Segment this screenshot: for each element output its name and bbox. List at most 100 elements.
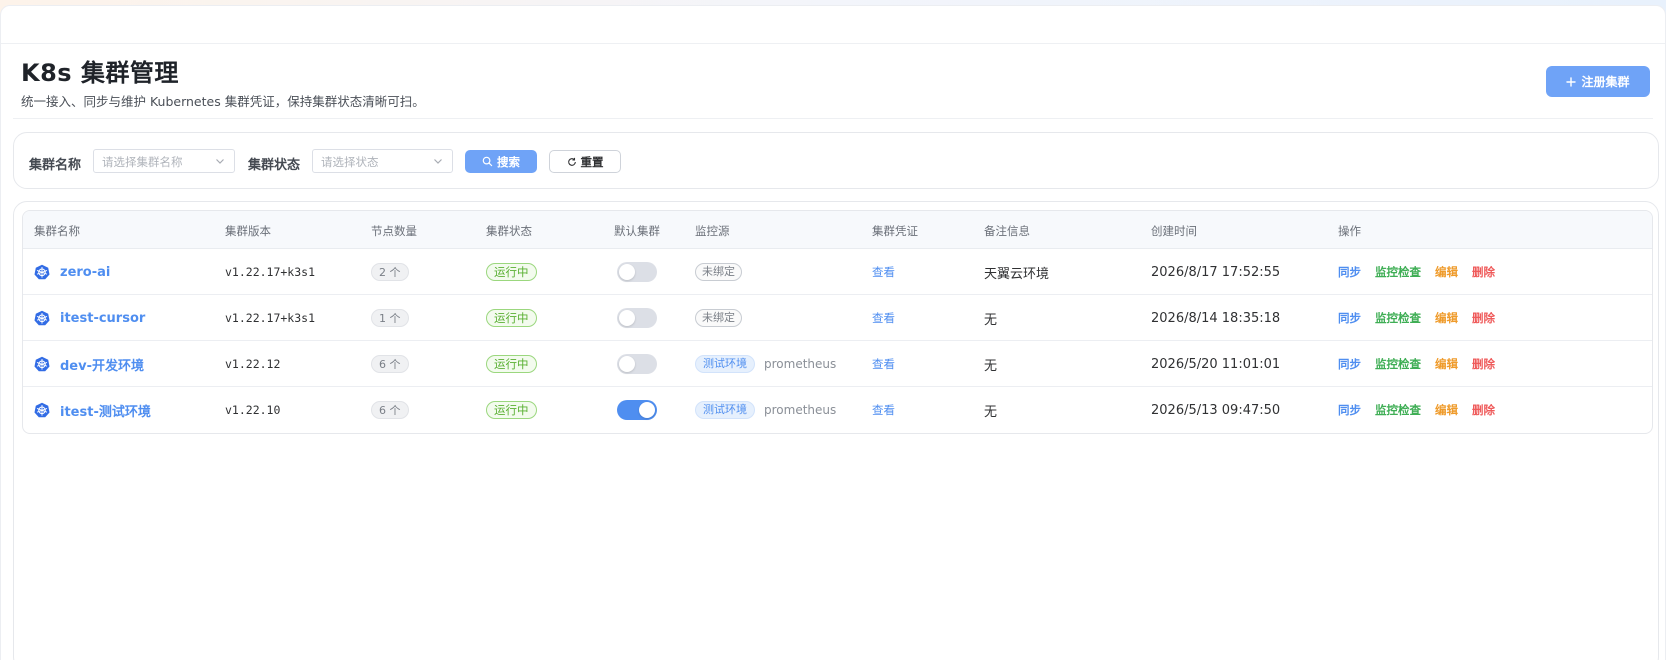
column-header-credential: 集群凭证 xyxy=(872,224,918,238)
node-count-badge: 6 个 xyxy=(371,401,409,419)
cluster-version: v1.22.12 xyxy=(225,357,281,371)
row-actions: 同步 监控检查 编辑 删除 xyxy=(1338,387,1495,433)
table-row: itest-测试环境 v1.22.10 6 个 运行中 测试环境 prometh… xyxy=(23,387,1652,433)
view-credential-link[interactable]: 查看 xyxy=(872,249,895,295)
created-time: 2026/5/13 09:47:50 xyxy=(1151,402,1281,418)
default-cluster-toggle[interactable] xyxy=(617,354,657,374)
monitor-source: prometheus xyxy=(764,357,837,371)
node-count-badge: 1 个 xyxy=(371,309,409,327)
delete-button[interactable]: 删除 xyxy=(1472,356,1495,372)
node-count-badge: 2 个 xyxy=(371,263,409,281)
cluster-name-link[interactable]: dev-开发环境 xyxy=(34,341,144,387)
view-credential-link[interactable]: 查看 xyxy=(872,341,895,387)
search-button[interactable]: 搜索 xyxy=(465,150,537,173)
cluster-name: zero-ai xyxy=(60,264,111,280)
delete-button[interactable]: 删除 xyxy=(1472,402,1495,418)
edit-button[interactable]: 编辑 xyxy=(1435,356,1458,372)
plus-icon xyxy=(1566,76,1577,87)
row-actions: 同步 监控检查 编辑 删除 xyxy=(1338,249,1495,295)
created-time: 2026/5/20 11:01:01 xyxy=(1151,356,1281,372)
cluster-version: v1.22.17+k3s1 xyxy=(225,311,316,325)
table-header: 集群名称 集群版本 节点数量 集群状态 默认集群 监控源 集群凭证 备注信息 创… xyxy=(23,211,1652,249)
cluster-name-select-placeholder: 请选择集群名称 xyxy=(102,155,183,169)
cluster-version: v1.22.17+k3s1 xyxy=(225,265,316,279)
filter-panel: 集群名称 请选择集群名称 集群状态 请选择状态 搜索 重置 xyxy=(13,132,1659,189)
page-header: K8s 集群管理 统一接入、同步与维护 Kubernetes 集群凭证，保持集群… xyxy=(13,44,1653,119)
monitor-tag: 未绑定 xyxy=(695,309,742,327)
created-time: 2026/8/14 18:35:18 xyxy=(1151,310,1281,326)
cluster-name-link[interactable]: itest-测试环境 xyxy=(34,387,151,433)
cluster-name: dev-开发环境 xyxy=(60,358,144,374)
default-cluster-toggle[interactable] xyxy=(617,262,657,282)
view-credential-link[interactable]: 查看 xyxy=(872,295,895,341)
sync-button[interactable]: 同步 xyxy=(1338,356,1361,372)
app-window: K8s 集群管理 统一接入、同步与维护 Kubernetes 集群凭证，保持集群… xyxy=(0,5,1666,660)
remark-text: 无 xyxy=(984,358,998,374)
column-header-status: 集群状态 xyxy=(486,224,532,238)
toggle-knob xyxy=(639,402,655,418)
monitor-check-button[interactable]: 监控检查 xyxy=(1375,356,1421,372)
status-badge: 运行中 xyxy=(486,309,537,327)
column-header-default: 默认集群 xyxy=(614,224,660,238)
edit-button[interactable]: 编辑 xyxy=(1435,402,1458,418)
delete-button[interactable]: 删除 xyxy=(1472,264,1495,280)
table-row: itest-cursor v1.22.17+k3s1 1 个 运行中 未绑定 查… xyxy=(23,295,1652,341)
table-panel: 集群名称 集群版本 节点数量 集群状态 默认集群 监控源 集群凭证 备注信息 创… xyxy=(13,201,1659,660)
cluster-version: v1.22.10 xyxy=(225,403,281,417)
refresh-icon xyxy=(567,157,576,166)
clusters-table: 集群名称 集群版本 节点数量 集群状态 默认集群 监控源 集群凭证 备注信息 创… xyxy=(22,210,1653,434)
monitor-tag: 测试环境 xyxy=(695,355,755,373)
chevron-down-icon xyxy=(434,159,442,164)
remark-text: 无 xyxy=(984,312,998,328)
remark-text: 天翼云环境 xyxy=(984,266,1050,282)
reset-button[interactable]: 重置 xyxy=(549,150,621,173)
table-row: dev-开发环境 v1.22.12 6 个 运行中 测试环境 prometheu… xyxy=(23,341,1652,387)
toggle-knob xyxy=(619,356,635,372)
monitor-check-button[interactable]: 监控检查 xyxy=(1375,402,1421,418)
view-credential-link[interactable]: 查看 xyxy=(872,387,895,433)
delete-button[interactable]: 删除 xyxy=(1472,310,1495,326)
status-badge: 运行中 xyxy=(486,263,537,281)
monitor-source: prometheus xyxy=(764,403,837,417)
sync-button[interactable]: 同步 xyxy=(1338,264,1361,280)
row-actions: 同步 监控检查 编辑 删除 xyxy=(1338,341,1495,387)
column-header-version: 集群版本 xyxy=(225,224,271,238)
register-cluster-label: 注册集群 xyxy=(1581,75,1630,89)
default-cluster-toggle[interactable] xyxy=(617,308,657,328)
monitor-tag: 测试环境 xyxy=(695,401,755,419)
toggle-knob xyxy=(619,264,635,280)
node-count-badge: 6 个 xyxy=(371,355,409,373)
cluster-name-link[interactable]: itest-cursor xyxy=(34,295,145,341)
top-bar xyxy=(1,6,1665,44)
cluster-name: itest-cursor xyxy=(60,310,146,326)
cluster-name: itest-测试环境 xyxy=(60,404,151,420)
monitor-check-button[interactable]: 监控检查 xyxy=(1375,310,1421,326)
edit-button[interactable]: 编辑 xyxy=(1435,310,1458,326)
column-header-monitor: 监控源 xyxy=(695,224,730,238)
kubernetes-icon xyxy=(34,356,50,372)
kubernetes-icon xyxy=(34,402,50,418)
page-title: K8s 集群管理 xyxy=(21,59,179,87)
reset-button-label: 重置 xyxy=(580,154,604,169)
register-cluster-button[interactable]: 注册集群 xyxy=(1546,66,1650,97)
cluster-name-link[interactable]: zero-ai xyxy=(34,249,110,295)
remark-text: 无 xyxy=(984,404,998,420)
chevron-down-icon xyxy=(216,159,224,164)
column-header-remark: 备注信息 xyxy=(984,224,1030,238)
row-actions: 同步 监控检查 编辑 删除 xyxy=(1338,295,1495,341)
sync-button[interactable]: 同步 xyxy=(1338,402,1361,418)
edit-button[interactable]: 编辑 xyxy=(1435,264,1458,280)
cluster-status-filter-label: 集群状态 xyxy=(248,158,301,173)
monitor-tag: 未绑定 xyxy=(695,263,742,281)
monitor-check-button[interactable]: 监控检查 xyxy=(1375,264,1421,280)
column-header-nodes: 节点数量 xyxy=(371,224,417,238)
cluster-name-filter-label: 集群名称 xyxy=(29,158,82,173)
cluster-name-select[interactable]: 请选择集群名称 xyxy=(93,149,235,173)
cluster-status-select-placeholder: 请选择状态 xyxy=(321,155,379,169)
column-header-created: 创建时间 xyxy=(1151,224,1197,238)
sync-button[interactable]: 同步 xyxy=(1338,310,1361,326)
cluster-status-select[interactable]: 请选择状态 xyxy=(312,149,453,173)
column-header-name: 集群名称 xyxy=(34,224,80,238)
default-cluster-toggle[interactable] xyxy=(617,400,657,420)
status-badge: 运行中 xyxy=(486,355,537,373)
